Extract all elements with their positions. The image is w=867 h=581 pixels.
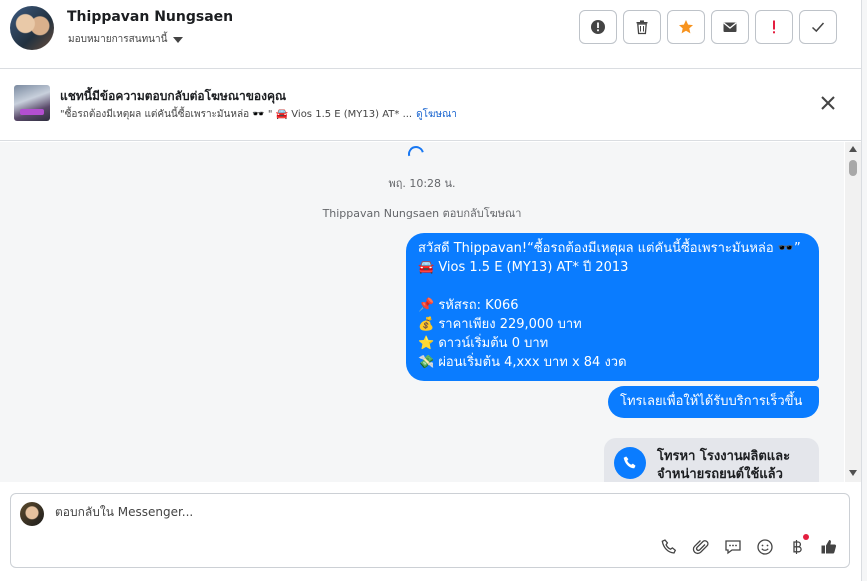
alert-circle-icon (591, 20, 605, 34)
trash-icon (636, 20, 648, 35)
ad-text-preview: "ซื้อรถต้องมีเหตุผล แต่คันนี้ซื้อเพราะมั… (60, 109, 413, 120)
assign-conversation-dropdown[interactable]: มอบหมายการสนทนานี้ (68, 32, 184, 47)
scroll-down-arrow-icon[interactable] (849, 470, 857, 476)
star-button[interactable] (667, 10, 705, 44)
thumbs-up-icon (821, 540, 837, 554)
outgoing-message-bubble[interactable]: สวัสดี Thippavan!“ซื้อรถต้องมีเหตุผล แต่… (406, 233, 819, 381)
phone-icon (614, 447, 646, 479)
reply-input[interactable] (55, 505, 655, 519)
attach-button[interactable] (691, 537, 711, 557)
saved-replies-button[interactable] (723, 537, 743, 557)
message-line: 💸 ผ่อนเริ่มต้น 4,xxx บาท x 84 งวด (418, 355, 627, 370)
assign-label: มอบหมายการสนทนานี้ (68, 34, 168, 45)
delete-button[interactable] (623, 10, 661, 44)
message-line: ⭐ ดาวน์เริ่มต้น 0 บาท (418, 336, 549, 351)
view-ad-link[interactable]: ดูโฆษณา (416, 109, 457, 120)
scroll-up-arrow-icon[interactable] (849, 146, 857, 152)
close-icon[interactable] (819, 94, 837, 112)
notification-dot (803, 534, 809, 540)
envelope-icon (723, 22, 737, 32)
payment-button[interactable] (787, 534, 809, 557)
contact-avatar[interactable] (10, 6, 54, 50)
replied-to-ad-note: Thippavan Nungsaen ตอบกลับโฆษณา (322, 207, 522, 220)
message-line: 💰 ราคาเพียง 229,000 บาท (418, 317, 582, 332)
reply-composer (10, 493, 850, 568)
smiley-icon (757, 539, 773, 555)
caret-down-icon (173, 36, 184, 43)
message-thread[interactable]: พฤ. 10:28 น. Thippavan Nungsaen ตอบกลับโ… (0, 142, 844, 482)
message-line: สวัสดี Thippavan!“ซื้อรถต้องมีเหตุผล แต่… (418, 241, 801, 256)
mark-unread-button[interactable] (711, 10, 749, 44)
message-line: 📌 รหัสรถ: K066 (418, 298, 519, 313)
chat-bubble-icon (725, 540, 741, 555)
contact-name[interactable]: Thippavan Nungsaen (67, 9, 233, 25)
call-button[interactable] (659, 537, 679, 557)
ad-reply-banner: แชทนี้มีข้อความตอบกลับต่อโฆษณาของคุณ "ซื… (0, 69, 862, 141)
mark-done-button[interactable] (799, 10, 837, 44)
loading-spinner-icon (405, 143, 427, 165)
conversation-header: Thippavan Nungsaen มอบหมายการสนทนานี้ (0, 0, 862, 69)
exclamation-icon (773, 20, 775, 34)
baht-icon (793, 540, 802, 554)
checkmark-icon (811, 22, 825, 33)
paperclip-icon (692, 540, 709, 555)
messenger-inbox-thread: Thippavan Nungsaen มอบหมายการสนทนานี้ แช… (0, 0, 867, 581)
banner-subtitle: "ซื้อรถต้องมีเหตุผล แต่คันนี้ซื้อเพราะมั… (60, 107, 457, 122)
star-icon (679, 20, 693, 34)
message-line: 🚘 Vios 1.5 E (MY13) AT* ปี 2013 (418, 260, 629, 275)
call-button-card[interactable]: โทรหา โรงงานผลิตและจำหน่ายรถยนต์ใช้แล้ว (604, 438, 819, 482)
banner-title: แชทนี้มีข้อความตอบกลับต่อโฆษณาของคุณ (60, 89, 287, 103)
composer-tools (659, 534, 839, 557)
scrollbar-thumb[interactable] (849, 160, 857, 176)
report-button[interactable] (579, 10, 617, 44)
header-actions (579, 10, 837, 44)
call-card-label: โทรหา โรงงานผลิตและจำหน่ายรถยนต์ใช้แล้ว (657, 449, 791, 482)
cta-message-bubble[interactable]: โทรเลยเพื่อให้ได้รับบริการเร็วขึ้น (608, 386, 819, 418)
spam-button[interactable] (755, 10, 793, 44)
phone-icon (661, 539, 677, 554)
thread-scrollbar[interactable] (845, 142, 861, 482)
panel-edge (861, 0, 867, 581)
message-line (418, 277, 807, 296)
message-timestamp: พฤ. 10:28 น. (388, 177, 456, 190)
emoji-button[interactable] (755, 537, 775, 557)
like-button[interactable] (819, 537, 839, 557)
ad-thumbnail[interactable] (14, 85, 50, 121)
page-avatar (20, 502, 44, 526)
